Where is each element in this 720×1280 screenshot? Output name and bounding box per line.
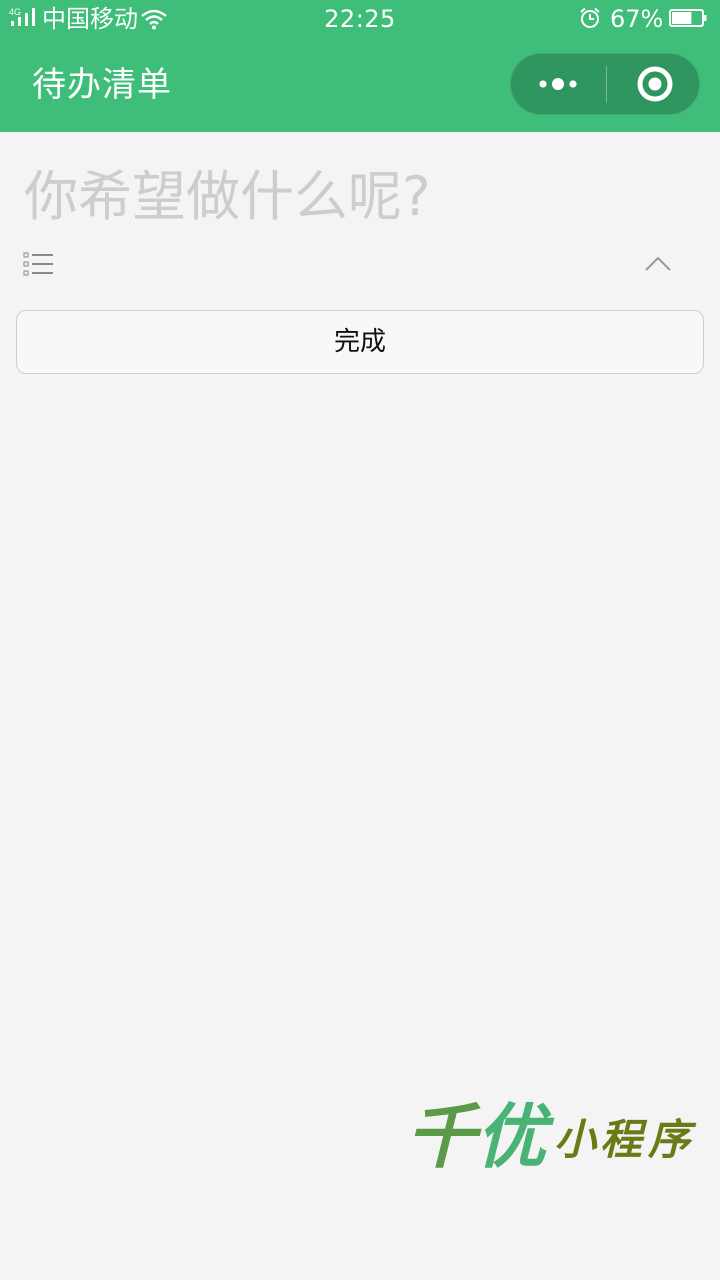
alarm-icon [580,7,600,28]
battery-fill [672,12,692,24]
brand-watermark: 千 优 小 程 序 [400,1092,700,1192]
more-menu-button[interactable] [511,54,606,114]
watermark-char: 程 [600,1115,643,1164]
mini-program-capsule [510,53,700,115]
page-title: 待办清单 [32,65,172,105]
watermark-char: 序 [648,1115,691,1164]
done-button[interactable]: 完成 [16,310,704,374]
status-bar: 4G 中国移动 22:25 67% [0,0,720,38]
chevron-up-icon[interactable] [644,254,672,272]
watermark-char: 千 [406,1095,476,1178]
watermark-char: 小 [554,1115,597,1164]
battery-percent: 67% [610,5,664,33]
close-mini-program-button[interactable] [607,54,700,114]
battery-icon [669,9,707,27]
watermark-char: 优 [476,1095,546,1178]
close-target-icon [637,66,673,102]
top-bar: 4G 中国移动 22:25 67% 待办清单 [0,0,720,132]
more-dots-icon [539,78,577,90]
list-icon[interactable] [23,252,54,276]
todo-input[interactable] [24,160,696,232]
